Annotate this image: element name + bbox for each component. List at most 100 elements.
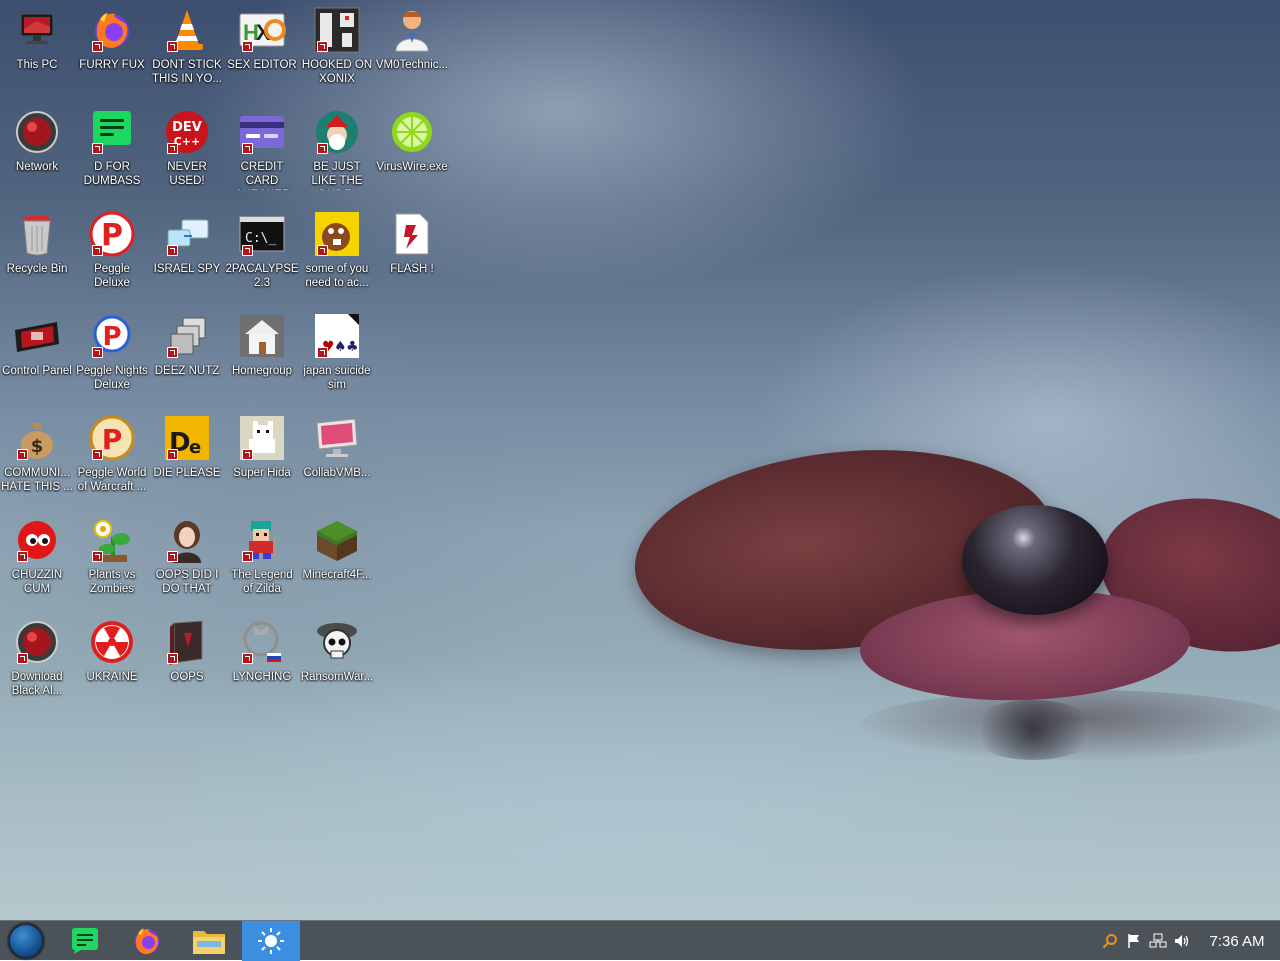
desktop-icon-label: FURRY FUX: [79, 59, 145, 71]
desktop-icon-label: VirusWire.exe: [376, 161, 448, 173]
desktop-icon-viruswire[interactable]: VirusWire.exe: [375, 102, 449, 198]
chuzzle-icon: [13, 516, 61, 564]
shortcut-arrow-icon: [167, 143, 178, 154]
desktop-icon-label: OOPS: [170, 671, 204, 683]
network-icon: [13, 108, 61, 156]
desktop-icon-vm0technic[interactable]: VM0Technic...: [375, 0, 449, 96]
flag-icon[interactable]: [1122, 921, 1146, 961]
sun-icon: [258, 928, 284, 954]
desktop-icon-minecraft4f[interactable]: Minecraft4F...: [300, 510, 374, 606]
desktop-icon-japan-suicide-sim[interactable]: ♥ ♠ ♣ japan suicide sim: [300, 306, 374, 402]
desktop-icon-sex-editor[interactable]: HX SEX EDITOR: [225, 0, 299, 96]
peggle-wow-icon: P: [88, 414, 136, 462]
desktop-icon-oops[interactable]: OOPS: [150, 612, 224, 708]
desktop-icon-peggle-nights[interactable]: P Peggle Nights Deluxe: [75, 306, 149, 402]
desktop-icon-deez-nutz[interactable]: DEEZ NUTZ: [150, 306, 224, 402]
desktop-icon-credit-card-checker[interactable]: CREDIT CARD CHECKER: [225, 102, 299, 198]
desktop-icon-ransomwar[interactable]: RansomWar...: [300, 612, 374, 708]
desktop-icon-label: NEVER USED!: [167, 161, 207, 187]
desktop-icon-peggle-deluxe[interactable]: P Peggle Deluxe: [75, 204, 149, 300]
shortcut-arrow-icon: [317, 143, 328, 154]
taskbar-button-app-sun[interactable]: [242, 921, 300, 961]
desktop-icon-some-of-you[interactable]: some of you need to ac...: [300, 204, 374, 300]
desktop-icon-label: DEEZ NUTZ: [154, 365, 220, 377]
desktop-icon-plants-vs-zombies[interactable]: Plants vs Zombies: [75, 510, 149, 606]
shortcut-arrow-icon: [242, 653, 253, 664]
shortcut-arrow-icon: [167, 449, 178, 460]
desktop-icon-never-used[interactable]: DEV C++ NEVER USED!: [150, 102, 224, 198]
beaver-icon: [313, 210, 361, 258]
desktop-icon-legend-of-zilda[interactable]: The Legend of Zilda: [225, 510, 299, 606]
desktop-icon-collabvmb[interactable]: CollabVMB...: [300, 408, 374, 504]
desktop-icon-hooked-on-xonix[interactable]: HOOKED ON XONIX: [300, 0, 374, 96]
desktop-icon-flash[interactable]: FLASH !: [375, 204, 449, 300]
desktop-icon-label: COMMUNI... HATE THIS ...: [1, 467, 73, 493]
santa-globe-icon: [313, 108, 361, 156]
pixel-dog-icon: [238, 414, 286, 462]
desktop-icon-label: Download Black Al...: [11, 671, 63, 697]
shortcut-arrow-icon: [317, 347, 328, 358]
folder-icon: [193, 931, 225, 954]
desktop-icon-label: UKRAINE: [86, 671, 138, 683]
desktop-icon-label: Super Hida: [233, 467, 291, 479]
credit-card-icon: [238, 108, 286, 156]
desktop-icon-communi-hate[interactable]: $ COMMUNI... HATE THIS ...: [0, 408, 74, 504]
desktop-icon-oops-did-i-do-that[interactable]: OOPS DID I DO THAT: [150, 510, 224, 606]
xonix-game-icon: [313, 6, 361, 54]
desktop-icon-die-please[interactable]: De DIE PLEASE: [150, 408, 224, 504]
desktop-icon-this-pc[interactable]: This PC: [0, 0, 74, 96]
start-button[interactable]: [6, 923, 46, 959]
monitor-icon: [313, 414, 361, 462]
desktop-icon-ukraine[interactable]: UKRAINE: [75, 612, 149, 708]
peggle-icon: P: [88, 210, 136, 258]
desktop-icon-chuzzin-cum[interactable]: CHUZZIN CUM: [0, 510, 74, 606]
desktop-icon-label: SEX EDITOR: [227, 59, 297, 71]
desktop-icon-recycle-bin[interactable]: Recycle Bin: [0, 204, 74, 300]
taskbar-button-firefox[interactable]: [118, 921, 176, 961]
network-tray-icon[interactable]: [1146, 921, 1170, 961]
desktop-icon-label: Peggle Nights Deluxe: [76, 365, 148, 391]
desktop-icon-super-hida[interactable]: Super Hida: [225, 408, 299, 504]
taskbar-button-file-explorer[interactable]: [180, 921, 238, 961]
desktop-icon-be-just-like-the-dude[interactable]: BE JUST LIKE THE DUDE!: [300, 102, 374, 198]
shortcut-arrow-icon: [92, 41, 103, 52]
green-notes-icon: [88, 108, 136, 156]
taskbar-clock[interactable]: 7:36 AM: [1194, 933, 1280, 950]
desktop-icon-label: ISRAEL SPY: [153, 263, 221, 275]
svg-text:DEV: DEV: [172, 120, 202, 135]
russian-emblem-icon: [238, 618, 286, 666]
shortcut-arrow-icon: [167, 245, 178, 256]
desktop-icon-homegroup[interactable]: Homegroup: [225, 306, 299, 402]
desktop-icon-label: Plants vs Zombies: [88, 569, 136, 595]
shortcut-arrow-icon: [167, 347, 178, 358]
desktop-icon-dont-stick[interactable]: DONT STICK THIS IN YO...: [150, 0, 224, 96]
grass-block-icon: [313, 516, 361, 564]
network-icon: [13, 618, 61, 666]
desktop-background[interactable]: This PC FURRY FUX DONT STICK THIS IN YO.…: [0, 0, 1280, 920]
desktop-icon-lynching[interactable]: LYNCHING: [225, 612, 299, 708]
desktop-icon-peggle-wow[interactable]: P Peggle World of Warcraft ...: [75, 408, 149, 504]
desktop-icon-d-for-dumbass[interactable]: D FOR DUMBASS: [75, 102, 149, 198]
desktop-icon-label: japan suicide sim: [303, 365, 371, 391]
search-icon[interactable]: [1098, 921, 1122, 961]
lime-icon: [388, 108, 436, 156]
desktop-icon-label: Recycle Bin: [6, 263, 68, 275]
windows-stack-icon: [163, 312, 211, 360]
dark-book-icon: [163, 618, 211, 666]
desktop-icon-control-panel[interactable]: Control Panel: [0, 306, 74, 402]
desktop-icon-2pacalypse[interactable]: C:\_ 2PACALYPSE 2.3: [225, 204, 299, 300]
desktop-icon-furry-fux[interactable]: FURRY FUX: [75, 0, 149, 96]
volume-icon[interactable]: [1170, 921, 1194, 961]
desktop-icon-network[interactable]: Network: [0, 102, 74, 198]
shortcut-arrow-icon: [17, 551, 28, 562]
svg-text:$: $: [31, 436, 44, 457]
desktop-icon-label: This PC: [16, 59, 58, 71]
shortcut-arrow-icon: [242, 143, 253, 154]
desktop-icon-israel-spy[interactable]: ISRAEL SPY: [150, 204, 224, 300]
desktop-icon-label: Peggle Deluxe: [94, 263, 130, 289]
taskbar-button-notes[interactable]: [56, 921, 114, 961]
shortcut-arrow-icon: [317, 41, 328, 52]
desktop-icon-download-black-al[interactable]: Download Black Al...: [0, 612, 74, 708]
shortcut-arrow-icon: [167, 551, 178, 562]
computer-icon: [13, 6, 61, 54]
